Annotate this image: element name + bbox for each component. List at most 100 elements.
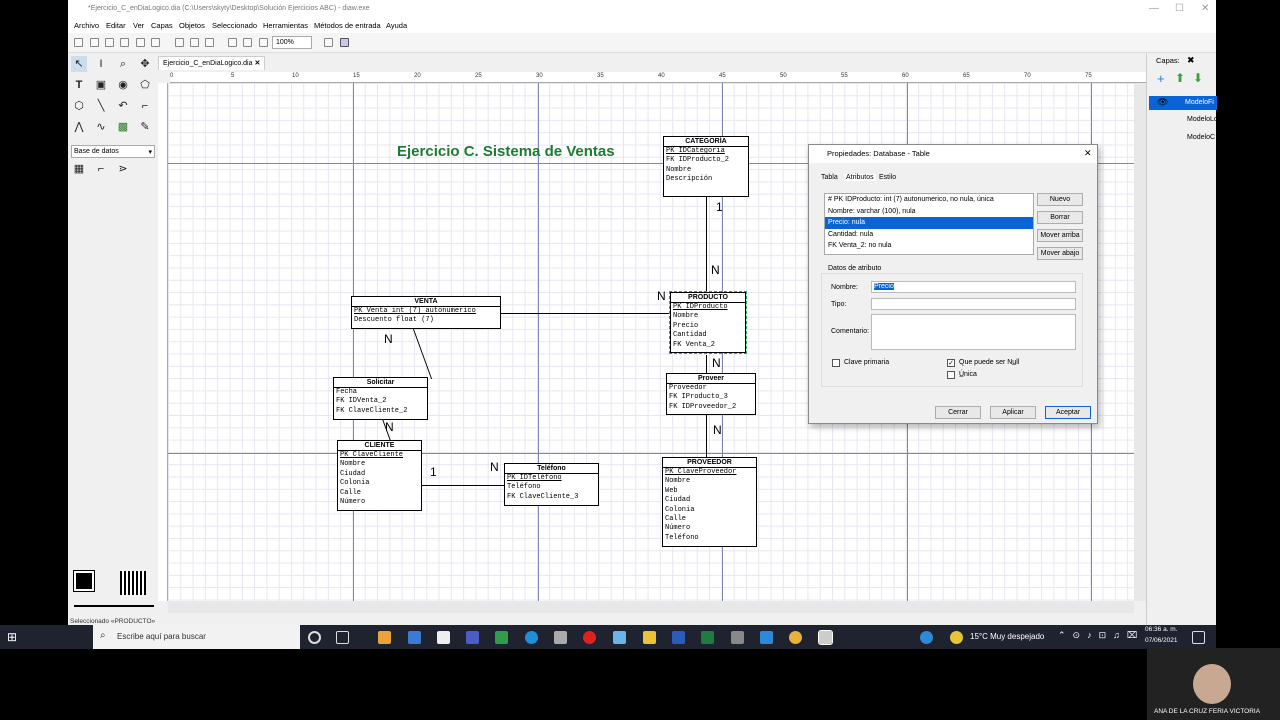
clave-primaria-checkbox[interactable] xyxy=(832,359,840,367)
new-icon[interactable] xyxy=(74,38,83,47)
ellipse-tool-icon[interactable]: ◉ xyxy=(115,77,131,93)
menu-capas[interactable]: Capas xyxy=(151,21,173,30)
grid-toggle-icon[interactable] xyxy=(340,38,349,47)
table-venta[interactable]: VENTA PK Venta int (7) autonumerico Desc… xyxy=(351,296,501,329)
dia-app-icon[interactable] xyxy=(818,630,833,645)
attribute-list[interactable]: # PK IDProducto: int (7) autonumerico, n… xyxy=(824,193,1034,255)
line-width-selector[interactable] xyxy=(120,571,146,595)
app-icon[interactable] xyxy=(613,631,626,644)
save-icon[interactable] xyxy=(105,38,114,47)
menu-ver[interactable]: Ver xyxy=(133,21,144,30)
pointer-tool-icon[interactable]: ↖ xyxy=(71,56,87,72)
layer-item[interactable]: ModeloC xyxy=(1149,131,1217,145)
cut-icon[interactable] xyxy=(190,38,199,47)
tab-tabla[interactable]: Tabla xyxy=(821,174,838,181)
task-view-icon[interactable] xyxy=(336,631,349,644)
app-icon[interactable] xyxy=(437,631,450,644)
menu-archivo[interactable]: Archivo xyxy=(74,21,99,30)
tipo-field[interactable] xyxy=(871,298,1076,310)
menu-editar[interactable]: Editar xyxy=(106,21,126,30)
vscode-icon[interactable] xyxy=(760,631,773,644)
tab-close-icon[interactable]: ✕ xyxy=(254,60,260,67)
close-icon[interactable]: ✕ xyxy=(1201,3,1209,14)
menu-herramientas[interactable]: Herramientas xyxy=(263,21,308,30)
list-item[interactable]: Cantidad: nula xyxy=(825,229,1033,241)
export-icon[interactable] xyxy=(136,38,145,47)
box-tool-icon[interactable]: ▣ xyxy=(93,77,109,93)
polyline-tool-icon[interactable]: ⋀ xyxy=(71,119,87,135)
cardinality-label[interactable]: N xyxy=(385,420,394,434)
chrome-icon[interactable] xyxy=(789,631,802,644)
relation-line[interactable] xyxy=(500,313,670,314)
text-tool-icon[interactable]: T xyxy=(71,77,87,93)
word-icon[interactable] xyxy=(672,631,685,644)
mail-icon[interactable] xyxy=(408,631,421,644)
relation-line[interactable] xyxy=(706,197,707,291)
cardinality-label[interactable]: N xyxy=(711,263,720,277)
unica-checkbox[interactable] xyxy=(947,371,955,379)
borrar-button[interactable]: Borrar xyxy=(1037,211,1083,224)
list-item[interactable]: FK Venta_2: no nula xyxy=(825,240,1033,252)
tab-estilo[interactable]: Estilo xyxy=(879,174,896,181)
relation-line[interactable] xyxy=(706,355,707,373)
explorer-icon[interactable] xyxy=(643,631,656,644)
image-tool-icon[interactable]: ▩ xyxy=(115,119,131,135)
add-layer-icon[interactable]: + xyxy=(1157,71,1165,86)
text-edit-tool-icon[interactable]: I xyxy=(93,56,109,72)
cortana-icon[interactable] xyxy=(308,631,321,644)
lower-layer-icon[interactable]: ⬇ xyxy=(1193,71,1203,85)
taskbar-search[interactable]: Escribe aquí para buscar xyxy=(93,625,300,649)
table-telefono[interactable]: Teléfono PK IDTeléfono Teléfono FK Clave… xyxy=(504,463,599,506)
raise-layer-icon[interactable]: ⬆ xyxy=(1175,71,1185,85)
bezier-tool-icon[interactable]: ∿ xyxy=(93,119,109,135)
mover-arriba-button[interactable]: Mover arriba xyxy=(1037,229,1083,242)
table-producto[interactable]: PRODUCTO PK IDProducto Nombre Precio Can… xyxy=(669,291,747,354)
list-item-selected[interactable]: Precio: nula xyxy=(825,217,1033,229)
app-icon[interactable] xyxy=(466,631,479,644)
tray-icons[interactable]: ⌃⊙♪⊡♫⌧ xyxy=(1058,630,1144,641)
aplicar-button[interactable]: Aplicar xyxy=(990,406,1036,419)
relation-line[interactable] xyxy=(412,329,433,379)
vertical-scrollbar[interactable] xyxy=(1134,83,1146,601)
magnify-tool-icon[interactable]: ⌕ xyxy=(115,56,131,72)
sheet-combo[interactable]: Base de datos ▾ xyxy=(71,145,155,158)
windows-start-icon[interactable]: ⊞ xyxy=(7,630,17,644)
zoom-combo[interactable]: 100% xyxy=(272,36,312,49)
cardinality-label[interactable]: N xyxy=(384,332,393,346)
zoom-out-icon[interactable] xyxy=(259,38,268,47)
dialog-close-icon[interactable]: ✕ xyxy=(1084,148,1092,159)
cardinality-label[interactable]: N xyxy=(712,356,721,370)
db-reference-icon[interactable]: ⌐ xyxy=(93,161,109,177)
opera-icon[interactable] xyxy=(583,631,596,644)
relation-line[interactable] xyxy=(422,485,504,486)
cardinality-label[interactable]: 1 xyxy=(430,465,437,479)
notification-icon[interactable] xyxy=(1192,631,1205,644)
zoom-in-icon[interactable] xyxy=(228,38,237,47)
excel-icon[interactable] xyxy=(701,631,714,644)
move-tool-icon[interactable]: ✥ xyxy=(137,56,153,72)
cardinality-label[interactable]: N xyxy=(713,423,722,437)
paste-icon[interactable] xyxy=(205,38,214,47)
aceptar-button[interactable]: Aceptar xyxy=(1045,406,1091,419)
table-solicitar[interactable]: Solicitar Fecha FK IDVenta_2 FK ClaveCli… xyxy=(333,377,428,420)
tab-document[interactable]: Ejercicio_C_enDiaLogico.dia ✕ xyxy=(158,56,266,70)
cardinality-label[interactable]: N xyxy=(657,289,666,303)
app-icon[interactable] xyxy=(495,631,508,644)
app-icon[interactable] xyxy=(731,631,744,644)
table-categoria[interactable]: CATEGORÍA PK IDCategoria FK IDProducto_2… xyxy=(663,136,749,197)
save-as-icon[interactable] xyxy=(120,38,129,47)
list-item[interactable]: Nombre: varchar (100), nula xyxy=(825,206,1033,218)
layers-close-icon[interactable]: ✖ xyxy=(1187,55,1195,66)
arc-tool-icon[interactable]: ↶ xyxy=(115,98,131,114)
horizontal-scrollbar[interactable] xyxy=(168,601,1134,613)
maximize-icon[interactable]: ☐ xyxy=(1175,3,1184,14)
que-puede-null-checkbox[interactable]: ✓ xyxy=(947,359,955,367)
menu-objetos[interactable]: Objetos xyxy=(179,21,205,30)
line-style-selector[interactable] xyxy=(74,605,154,607)
mover-abajo-button[interactable]: Mover abajo xyxy=(1037,247,1083,260)
db-table-icon[interactable]: ▦ xyxy=(71,161,87,177)
cardinality-label[interactable]: N xyxy=(490,460,499,474)
layer-item[interactable]: ModeloLo xyxy=(1149,113,1218,127)
print-icon[interactable] xyxy=(151,38,160,47)
nuevo-button[interactable]: Nuevo xyxy=(1037,193,1083,206)
